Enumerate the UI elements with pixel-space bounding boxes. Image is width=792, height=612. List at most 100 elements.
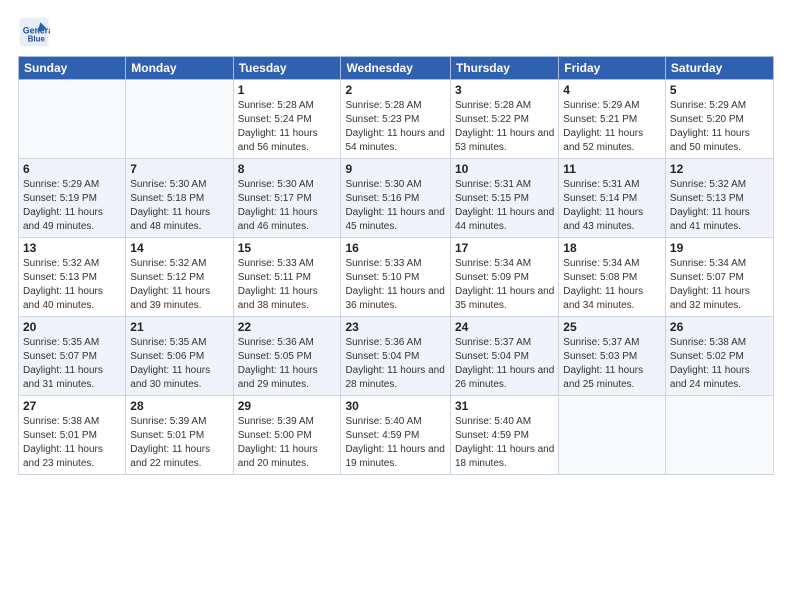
day-info: Sunrise: 5:33 AM Sunset: 5:10 PM Dayligh… [345, 257, 446, 313]
day-info: Sunrise: 5:30 AM Sunset: 5:17 PM Dayligh… [238, 178, 337, 234]
day-cell: 26 Sunrise: 5:38 AM Sunset: 5:02 PM Dayli… [665, 317, 773, 396]
logo-icon: General Blue [18, 16, 50, 48]
day-info: Sunrise: 5:29 AM Sunset: 5:20 PM Dayligh… [670, 99, 769, 155]
week-row-5: 27 Sunrise: 5:38 AM Sunset: 5:01 PM Dayli… [19, 396, 774, 475]
day-number: 4 [563, 83, 661, 97]
calendar-header-row: SundayMondayTuesdayWednesdayThursdayFrid… [19, 57, 774, 80]
calendar-table: SundayMondayTuesdayWednesdayThursdayFrid… [18, 56, 774, 475]
day-number: 27 [23, 399, 121, 413]
week-row-2: 6 Sunrise: 5:29 AM Sunset: 5:19 PM Daylig… [19, 159, 774, 238]
col-header-saturday: Saturday [665, 57, 773, 80]
day-info: Sunrise: 5:32 AM Sunset: 5:13 PM Dayligh… [670, 178, 769, 234]
day-cell: 11 Sunrise: 5:31 AM Sunset: 5:14 PM Dayli… [559, 159, 666, 238]
day-info: Sunrise: 5:36 AM Sunset: 5:05 PM Dayligh… [238, 336, 337, 392]
day-number: 31 [455, 399, 554, 413]
day-info: Sunrise: 5:28 AM Sunset: 5:24 PM Dayligh… [238, 99, 337, 155]
day-cell: 12Sunrise: 5:32 AM Sunset: 5:13 PM Dayli… [665, 159, 773, 238]
day-info: Sunrise: 5:40 AM Sunset: 4:59 PM Dayligh… [455, 415, 554, 471]
day-cell: 19 Sunrise: 5:34 AM Sunset: 5:07 PM Dayli… [665, 238, 773, 317]
day-info: Sunrise: 5:39 AM Sunset: 5:00 PM Dayligh… [238, 415, 337, 471]
week-row-1: 1 Sunrise: 5:28 AM Sunset: 5:24 PM Daylig… [19, 80, 774, 159]
day-info: Sunrise: 5:30 AM Sunset: 5:16 PM Dayligh… [345, 178, 446, 234]
svg-text:Blue: Blue [28, 35, 46, 44]
day-number: 19 [670, 241, 769, 255]
day-number: 26 [670, 320, 769, 334]
day-cell: 18Sunrise: 5:34 AM Sunset: 5:08 PM Dayli… [559, 238, 666, 317]
day-info: Sunrise: 5:39 AM Sunset: 5:01 PM Dayligh… [130, 415, 228, 471]
day-cell: 17Sunrise: 5:34 AM Sunset: 5:09 PM Dayli… [450, 238, 558, 317]
day-number: 16 [345, 241, 446, 255]
day-info: Sunrise: 5:35 AM Sunset: 5:07 PM Dayligh… [23, 336, 121, 392]
day-info: Sunrise: 5:30 AM Sunset: 5:18 PM Dayligh… [130, 178, 228, 234]
day-cell: 20 Sunrise: 5:35 AM Sunset: 5:07 PM Dayli… [19, 317, 126, 396]
col-header-monday: Monday [126, 57, 233, 80]
day-cell: 27 Sunrise: 5:38 AM Sunset: 5:01 PM Dayli… [19, 396, 126, 475]
day-cell: 7 Sunrise: 5:30 AM Sunset: 5:18 PM Daylig… [126, 159, 233, 238]
day-cell: 13 Sunrise: 5:32 AM Sunset: 5:13 PM Dayli… [19, 238, 126, 317]
day-cell: 22 Sunrise: 5:36 AM Sunset: 5:05 PM Dayli… [233, 317, 341, 396]
day-number: 24 [455, 320, 554, 334]
day-cell [665, 396, 773, 475]
day-number: 9 [345, 162, 446, 176]
day-cell: 6 Sunrise: 5:29 AM Sunset: 5:19 PM Daylig… [19, 159, 126, 238]
day-cell: 30 Sunrise: 5:40 AM Sunset: 4:59 PM Dayli… [341, 396, 451, 475]
day-info: Sunrise: 5:38 AM Sunset: 5:01 PM Dayligh… [23, 415, 121, 471]
day-info: Sunrise: 5:31 AM Sunset: 5:14 PM Dayligh… [563, 178, 661, 234]
day-number: 7 [130, 162, 228, 176]
day-cell: 8 Sunrise: 5:30 AM Sunset: 5:17 PM Daylig… [233, 159, 341, 238]
col-header-friday: Friday [559, 57, 666, 80]
day-cell: 24 Sunrise: 5:37 AM Sunset: 5:04 PM Dayli… [450, 317, 558, 396]
day-number: 22 [238, 320, 337, 334]
day-number: 15 [238, 241, 337, 255]
day-number: 11 [563, 162, 661, 176]
day-cell: 23 Sunrise: 5:36 AM Sunset: 5:04 PM Dayli… [341, 317, 451, 396]
day-number: 28 [130, 399, 228, 413]
day-cell: 9 Sunrise: 5:30 AM Sunset: 5:16 PM Daylig… [341, 159, 451, 238]
day-cell: 28 Sunrise: 5:39 AM Sunset: 5:01 PM Dayli… [126, 396, 233, 475]
day-info: Sunrise: 5:37 AM Sunset: 5:03 PM Dayligh… [563, 336, 661, 392]
day-number: 20 [23, 320, 121, 334]
day-info: Sunrise: 5:34 AM Sunset: 5:09 PM Dayligh… [455, 257, 554, 313]
day-number: 29 [238, 399, 337, 413]
day-cell: 1 Sunrise: 5:28 AM Sunset: 5:24 PM Daylig… [233, 80, 341, 159]
day-cell [559, 396, 666, 475]
day-cell: 29 Sunrise: 5:39 AM Sunset: 5:00 PM Dayli… [233, 396, 341, 475]
day-cell: 16 Sunrise: 5:33 AM Sunset: 5:10 PM Dayli… [341, 238, 451, 317]
day-cell: 3Sunrise: 5:28 AM Sunset: 5:22 PM Daylig… [450, 80, 558, 159]
day-info: Sunrise: 5:29 AM Sunset: 5:19 PM Dayligh… [23, 178, 121, 234]
day-info: Sunrise: 5:38 AM Sunset: 5:02 PM Dayligh… [670, 336, 769, 392]
day-number: 21 [130, 320, 228, 334]
day-number: 14 [130, 241, 228, 255]
day-cell: 25 Sunrise: 5:37 AM Sunset: 5:03 PM Dayli… [559, 317, 666, 396]
day-info: Sunrise: 5:37 AM Sunset: 5:04 PM Dayligh… [455, 336, 554, 392]
day-info: Sunrise: 5:34 AM Sunset: 5:07 PM Dayligh… [670, 257, 769, 313]
day-number: 18 [563, 241, 661, 255]
day-info: Sunrise: 5:28 AM Sunset: 5:22 PM Dayligh… [455, 99, 554, 155]
day-cell [126, 80, 233, 159]
col-header-thursday: Thursday [450, 57, 558, 80]
week-row-3: 13 Sunrise: 5:32 AM Sunset: 5:13 PM Dayli… [19, 238, 774, 317]
day-info: Sunrise: 5:36 AM Sunset: 5:04 PM Dayligh… [345, 336, 446, 392]
day-number: 23 [345, 320, 446, 334]
col-header-sunday: Sunday [19, 57, 126, 80]
header: General Blue [18, 16, 774, 48]
week-row-4: 20 Sunrise: 5:35 AM Sunset: 5:07 PM Dayli… [19, 317, 774, 396]
logo: General Blue [18, 16, 54, 48]
day-info: Sunrise: 5:32 AM Sunset: 5:13 PM Dayligh… [23, 257, 121, 313]
day-number: 13 [23, 241, 121, 255]
day-number: 25 [563, 320, 661, 334]
day-number: 10 [455, 162, 554, 176]
day-number: 1 [238, 83, 337, 97]
col-header-wednesday: Wednesday [341, 57, 451, 80]
day-cell: 2Sunrise: 5:28 AM Sunset: 5:23 PM Daylig… [341, 80, 451, 159]
day-number: 30 [345, 399, 446, 413]
day-info: Sunrise: 5:40 AM Sunset: 4:59 PM Dayligh… [345, 415, 446, 471]
day-cell: 21Sunrise: 5:35 AM Sunset: 5:06 PM Dayli… [126, 317, 233, 396]
day-cell: 15 Sunrise: 5:33 AM Sunset: 5:11 PM Dayli… [233, 238, 341, 317]
day-number: 8 [238, 162, 337, 176]
day-number: 6 [23, 162, 121, 176]
day-info: Sunrise: 5:33 AM Sunset: 5:11 PM Dayligh… [238, 257, 337, 313]
page: General Blue SundayMondayTuesdayWednesda… [0, 0, 792, 612]
day-info: Sunrise: 5:32 AM Sunset: 5:12 PM Dayligh… [130, 257, 228, 313]
day-cell: 4Sunrise: 5:29 AM Sunset: 5:21 PM Daylig… [559, 80, 666, 159]
